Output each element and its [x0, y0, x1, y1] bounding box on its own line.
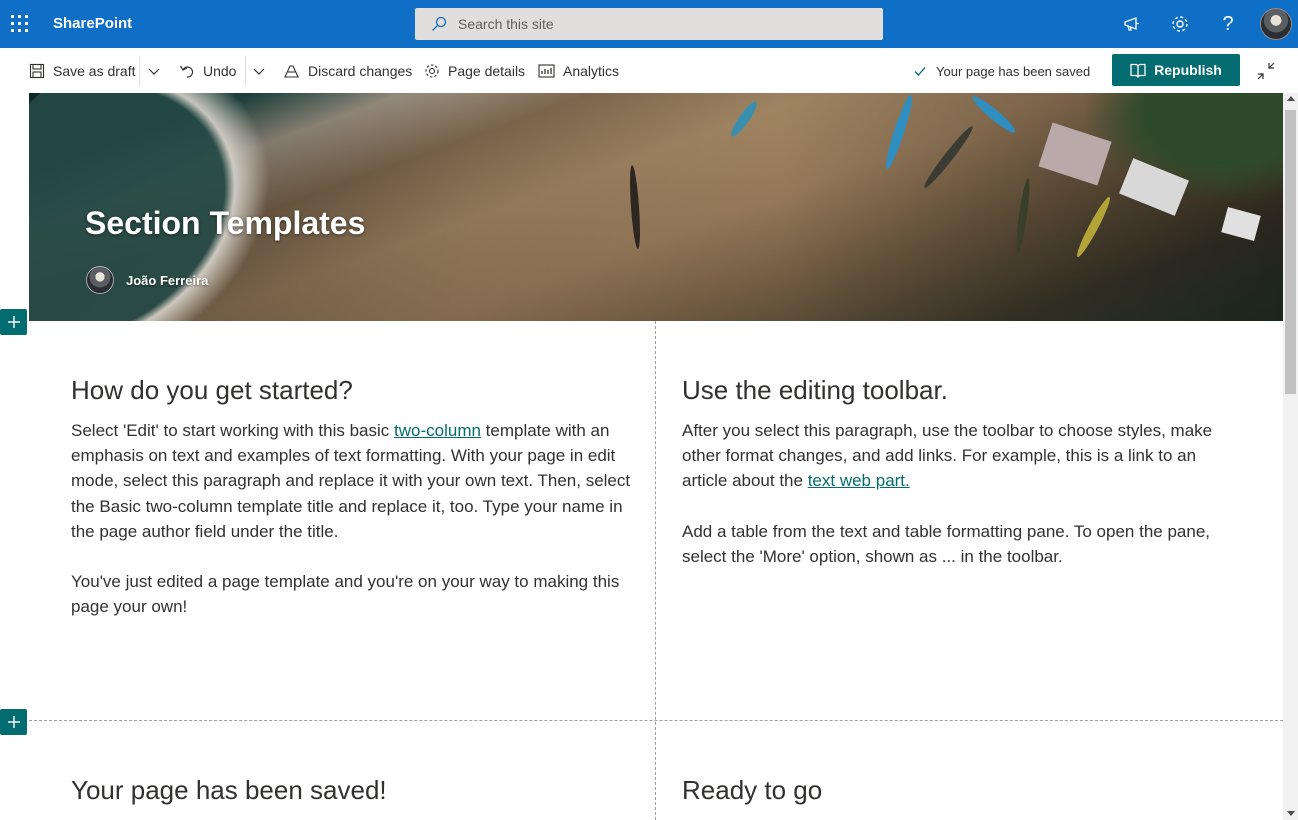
boat-shape — [969, 93, 1019, 137]
paragraph[interactable]: Add a table from the text and table form… — [682, 519, 1242, 569]
save-as-draft-button[interactable]: Save as draft — [29, 60, 136, 82]
author-name: João Ferreira — [126, 272, 209, 288]
section-heading[interactable]: Use the editing toolbar. — [682, 375, 1242, 406]
author-byline[interactable]: João Ferreira — [86, 266, 208, 294]
search-icon — [432, 16, 447, 31]
add-section-button[interactable] — [0, 709, 27, 735]
text-web-part[interactable]: How do you get started? Select 'Edit' to… — [71, 375, 631, 619]
author-avatar — [86, 266, 114, 294]
text-web-part[interactable]: Your page has been saved! — [71, 775, 631, 818]
republish-button[interactable]: Republish — [1112, 54, 1240, 86]
text-web-part[interactable]: Ready to go — [682, 775, 1242, 818]
boat-shape — [882, 93, 916, 171]
checkmark-icon — [914, 67, 926, 76]
save-status: Your page has been saved — [913, 60, 1090, 82]
section-divider — [29, 720, 1283, 721]
search-input[interactable] — [458, 8, 868, 40]
save-status-text: Your page has been saved — [936, 63, 1091, 79]
boat-shape — [1073, 194, 1114, 260]
page-details-label: Page details — [448, 63, 526, 79]
republish-label: Republish — [1154, 62, 1222, 78]
undo-label: Undo — [203, 63, 237, 79]
book-icon — [1130, 63, 1146, 78]
gear-icon[interactable] — [1168, 12, 1192, 36]
boat-shape — [1013, 177, 1033, 254]
page-details-button[interactable]: Page details — [424, 60, 525, 82]
divider — [245, 56, 246, 86]
section-heading[interactable]: How do you get started? — [71, 375, 631, 406]
save-as-draft-label: Save as draft — [53, 63, 136, 79]
analytics-icon — [538, 64, 555, 78]
gear-icon — [425, 64, 439, 78]
undo-icon — [179, 65, 194, 78]
boat-shape — [920, 123, 977, 191]
discard-icon — [284, 65, 299, 78]
save-options-dropdown[interactable] — [147, 60, 169, 82]
page-title[interactable]: Section Templates — [85, 205, 365, 242]
paragraph[interactable]: After you select this paragraph, use the… — [682, 418, 1242, 494]
user-avatar[interactable] — [1260, 8, 1292, 40]
section-heading[interactable]: Your page has been saved! — [71, 775, 631, 806]
scrollbar-thumb[interactable] — [1285, 110, 1296, 394]
discard-changes-button[interactable]: Discard changes — [283, 60, 412, 82]
hero-banner[interactable]: Section Templates João Ferreira — [29, 93, 1283, 321]
column-divider — [655, 321, 656, 820]
megaphone-icon[interactable] — [1120, 12, 1144, 36]
plus-icon — [7, 716, 20, 728]
section-heading[interactable]: Ready to go — [682, 775, 1242, 806]
analytics-button[interactable]: Analytics — [538, 60, 619, 82]
command-bar: Save as draft Undo Discard changes Page … — [0, 48, 1298, 93]
scroll-up-icon[interactable] — [1287, 96, 1295, 101]
undo-button[interactable]: Undo — [179, 60, 236, 82]
discard-changes-label: Discard changes — [308, 63, 413, 79]
search-box[interactable] — [415, 8, 883, 40]
collapse-icon[interactable] — [1255, 60, 1277, 82]
app-brand[interactable]: SharePoint — [53, 15, 132, 32]
save-icon — [29, 63, 45, 79]
suite-bar: SharePoint ? — [0, 0, 1298, 48]
divider — [139, 56, 140, 86]
chevron-down-icon — [148, 68, 160, 75]
add-section-button[interactable] — [0, 309, 27, 335]
text-web-part-link[interactable]: text web part. — [808, 471, 910, 490]
boat-shape — [727, 98, 761, 140]
scroll-down-icon[interactable] — [1287, 811, 1295, 816]
text-web-part[interactable]: Use the editing toolbar. After you selec… — [682, 375, 1242, 569]
analytics-label: Analytics — [563, 63, 620, 79]
paragraph[interactable]: Select 'Edit' to start working with this… — [71, 418, 631, 544]
chevron-down-icon — [253, 68, 265, 75]
paragraph[interactable]: You've just edited a page template and y… — [71, 569, 631, 619]
hut-shape — [1221, 207, 1261, 241]
undo-options-dropdown[interactable] — [252, 60, 274, 82]
plus-icon — [7, 316, 20, 328]
boat-shape — [628, 164, 642, 250]
two-column-link[interactable]: two-column — [394, 421, 481, 440]
help-icon[interactable]: ? — [1216, 12, 1240, 36]
waffle-icon[interactable] — [10, 14, 30, 34]
